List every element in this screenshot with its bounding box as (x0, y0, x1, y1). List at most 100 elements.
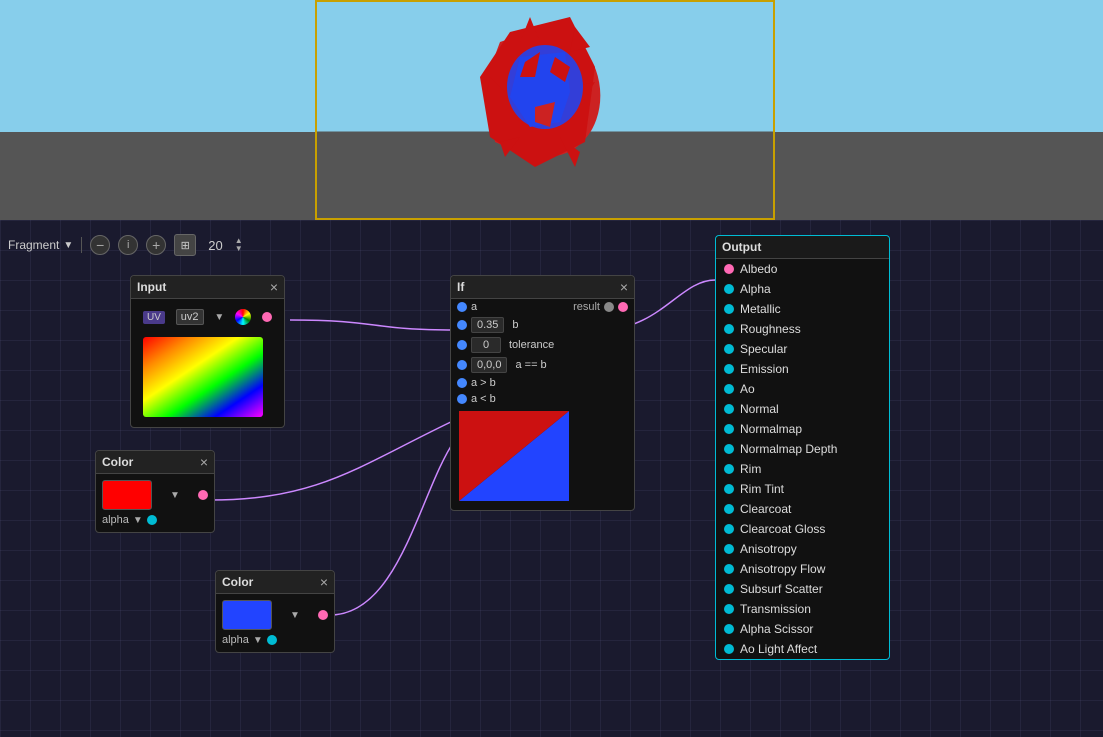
output-label-normal: Normal (740, 402, 779, 416)
if-port-eye[interactable] (604, 302, 614, 312)
output-row: Ao (716, 379, 889, 399)
output-label-rim-tint: Rim Tint (740, 482, 784, 496)
output-label-subsurf-scatter: Subsurf Scatter (740, 582, 823, 596)
gradient-preview (143, 337, 263, 417)
output-port-ao[interactable] (724, 384, 734, 394)
zoom-level: 20 (204, 238, 226, 253)
input-output-port[interactable] (262, 312, 272, 322)
output-row: Clearcoat (716, 499, 889, 519)
color-node-2-close[interactable]: × (320, 575, 328, 589)
output-port-ao-light-affect[interactable] (724, 644, 734, 654)
output-port-specular[interactable] (724, 344, 734, 354)
info-icon: i (127, 239, 129, 251)
output-label-clearcoat-gloss: Clearcoat Gloss (740, 522, 825, 536)
grid-button[interactable]: ⊞ (174, 234, 196, 256)
output-row: Emission (716, 359, 889, 379)
output-row: Rim (716, 459, 889, 479)
fragment-label: Fragment (8, 238, 59, 252)
color-node-1-swatch[interactable] (102, 480, 152, 510)
color-node-1-alpha-port[interactable] (147, 515, 157, 525)
output-port-subsurf-scatter[interactable] (724, 584, 734, 594)
zoom-stepper[interactable]: ▲ ▼ (235, 237, 243, 253)
color-node-2-alpha-label: alpha (222, 634, 249, 646)
output-port-alpha-scissor[interactable] (724, 624, 734, 634)
if-preview-container (451, 407, 634, 510)
color-node-2-alpha-row: alpha ▼ (222, 634, 277, 646)
output-row: Normalmap Depth (716, 439, 889, 459)
viewport-left (0, 0, 315, 220)
color-node-1-close[interactable]: × (200, 455, 208, 469)
color-node-2-alpha-port[interactable] (267, 635, 277, 645)
output-label-anisotropy: Anisotropy (740, 542, 797, 556)
output-label-roughness: Roughness (740, 322, 801, 336)
input-uv-row: UV uv2 ▼ (137, 305, 278, 329)
if-port-agb-left[interactable] (457, 378, 467, 388)
color-node-2-dropdown[interactable]: ▼ (290, 610, 300, 621)
color-node-2-alpha-dropdown[interactable]: ▼ (253, 635, 263, 646)
color-node-1-swatch-row: ▼ (102, 480, 208, 510)
output-port-normalmap[interactable] (724, 424, 734, 434)
if-value-0: 0 (471, 337, 501, 353)
color-node-1-alpha-dropdown[interactable]: ▼ (133, 515, 143, 526)
input-node-body: UV uv2 ▼ (131, 299, 284, 427)
zoom-in-button[interactable]: + (146, 235, 166, 255)
output-row: Albedo (716, 259, 889, 279)
output-port-transmission[interactable] (724, 604, 734, 614)
if-node-title: If (457, 280, 464, 294)
output-row: Clearcoat Gloss (716, 519, 889, 539)
output-node-title: Output (722, 240, 761, 254)
output-row: Alpha Scissor (716, 619, 889, 639)
color-wheel-icon[interactable] (235, 309, 251, 325)
output-port-alpha[interactable] (724, 284, 734, 294)
color-node-2-swatch[interactable] (222, 600, 272, 630)
color-node-1-dropdown[interactable]: ▼ (170, 490, 180, 501)
color-node-1-output-port[interactable] (198, 490, 208, 500)
color-node-2-title: Color (222, 575, 253, 589)
uv-select[interactable]: uv2 (176, 309, 204, 325)
output-port-normalmap-depth[interactable] (724, 444, 734, 454)
plus-icon: + (152, 237, 160, 253)
output-label-specular: Specular (740, 342, 787, 356)
if-result-port[interactable] (618, 302, 628, 312)
color-node-2-output-port[interactable] (318, 610, 328, 620)
output-label-transmission: Transmission (740, 602, 811, 616)
output-port-clearcoat-gloss[interactable] (724, 524, 734, 534)
zoom-out-button[interactable]: − (90, 235, 110, 255)
gradient-container (137, 333, 278, 421)
arrow-down-icon: ▼ (235, 245, 243, 253)
output-port-rim-tint[interactable] (724, 484, 734, 494)
color-node-1-alpha-row: alpha ▼ (102, 514, 157, 526)
output-label-anisotropy-flow: Anisotropy Flow (740, 562, 825, 576)
fragment-dropdown[interactable]: Fragment ▼ (8, 238, 73, 252)
output-label-albedo: Albedo (740, 262, 777, 276)
output-label-rim: Rim (740, 462, 761, 476)
chevron-down-icon: ▼ (63, 240, 73, 251)
output-row: Anisotropy Flow (716, 559, 889, 579)
output-row: Normal (716, 399, 889, 419)
output-label-metallic: Metallic (740, 302, 781, 316)
if-port-alb-left[interactable] (457, 394, 467, 404)
if-port-aeqb-left[interactable] (457, 360, 467, 370)
output-port-normal[interactable] (724, 404, 734, 414)
input-node-close[interactable]: × (270, 280, 278, 294)
output-port-albedo[interactable] (724, 264, 734, 274)
output-port-emission[interactable] (724, 364, 734, 374)
if-port-b-left[interactable] (457, 320, 467, 330)
output-port-roughness[interactable] (724, 324, 734, 334)
if-node-close[interactable]: × (620, 280, 628, 294)
output-port-anisotropy-flow[interactable] (724, 564, 734, 574)
info-button[interactable]: i (118, 235, 138, 255)
if-row-a: a result (451, 299, 634, 315)
toolbar-divider (81, 237, 82, 253)
output-port-rim[interactable] (724, 464, 734, 474)
output-label-normalmap-depth: Normalmap Depth (740, 442, 837, 456)
if-port-a[interactable] (457, 302, 467, 312)
output-port-clearcoat[interactable] (724, 504, 734, 514)
output-port-metallic[interactable] (724, 304, 734, 314)
output-row: Normalmap (716, 419, 889, 439)
if-value-035: 0.35 (471, 317, 504, 333)
output-row: Specular (716, 339, 889, 359)
if-port-tolerance-left[interactable] (457, 340, 467, 350)
viewport-center[interactable] (315, 0, 775, 220)
output-port-anisotropy[interactable] (724, 544, 734, 554)
